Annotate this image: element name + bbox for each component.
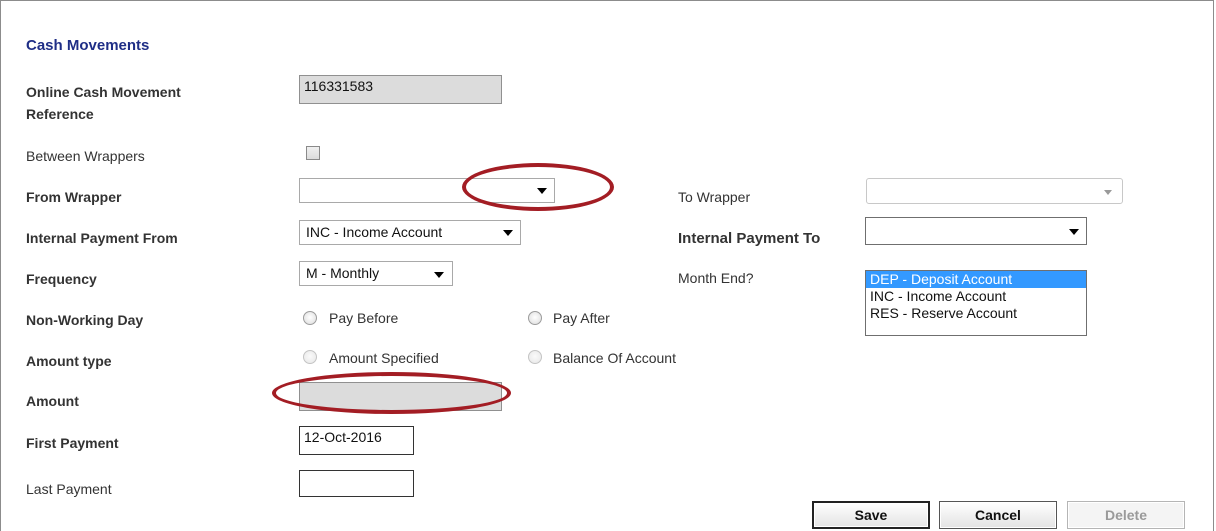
month-end-label: Month End? — [678, 270, 754, 286]
between-wrappers-label: Between Wrappers — [26, 148, 145, 164]
balance-of-account-label: Balance Of Account — [553, 350, 676, 366]
chevron-down-icon — [503, 230, 513, 236]
chevron-down-icon — [537, 188, 547, 194]
from-wrapper-label: From Wrapper — [26, 189, 122, 205]
amount-field[interactable] — [299, 382, 502, 411]
non-working-day-label: Non-Working Day — [26, 312, 144, 328]
pay-after-radio[interactable] — [528, 311, 542, 325]
between-wrappers-checkbox[interactable] — [306, 146, 320, 160]
pay-before-label: Pay Before — [329, 310, 399, 326]
last-payment-field[interactable] — [299, 470, 414, 497]
from-wrapper-select[interactable] — [299, 178, 555, 203]
payment-from-label: Internal Payment From — [26, 230, 178, 246]
dropdown-option-income[interactable]: INC - Income Account — [866, 288, 1086, 305]
pay-after-label: Pay After — [553, 310, 610, 326]
payment-to-label: Internal Payment To — [678, 230, 821, 247]
frequency-select[interactable]: M - Monthly — [299, 261, 453, 286]
to-wrapper-select[interactable] — [866, 178, 1123, 204]
reference-field: 116331583 — [299, 75, 502, 104]
amount-specified-radio[interactable] — [303, 350, 317, 364]
dropdown-option-deposit[interactable]: DEP - Deposit Account — [866, 271, 1086, 288]
delete-button[interactable]: Delete — [1067, 501, 1185, 529]
amount-specified-label: Amount Specified — [329, 350, 439, 366]
frequency-label: Frequency — [26, 271, 97, 287]
payment-from-value: INC - Income Account — [306, 224, 443, 240]
amount-type-label: Amount type — [26, 353, 112, 369]
chevron-down-icon — [434, 272, 444, 278]
reference-label-line1: Online Cash Movement — [26, 84, 181, 100]
payment-from-select[interactable]: INC - Income Account — [299, 220, 521, 245]
amount-label: Amount — [26, 393, 79, 409]
form-panel: Cash Movements Online Cash Movement Refe… — [0, 0, 1214, 531]
pay-before-radio[interactable] — [303, 311, 317, 325]
frequency-value: M - Monthly — [306, 265, 380, 281]
last-payment-label: Last Payment — [26, 481, 112, 497]
cancel-button[interactable]: Cancel — [939, 501, 1057, 529]
reference-label-line2: Reference — [26, 106, 94, 122]
payment-to-dropdown-list: DEP - Deposit Account INC - Income Accou… — [865, 270, 1087, 336]
payment-to-select[interactable] — [865, 217, 1087, 245]
first-payment-field[interactable]: 12-Oct-2016 — [299, 426, 414, 455]
page-title: Cash Movements — [26, 37, 150, 54]
balance-of-account-radio[interactable] — [528, 350, 542, 364]
chevron-down-icon — [1104, 190, 1112, 195]
save-button[interactable]: Save — [812, 501, 930, 529]
first-payment-label: First Payment — [26, 435, 119, 451]
chevron-down-icon — [1069, 229, 1079, 235]
to-wrapper-label: To Wrapper — [678, 189, 751, 205]
dropdown-option-reserve[interactable]: RES - Reserve Account — [866, 305, 1086, 322]
